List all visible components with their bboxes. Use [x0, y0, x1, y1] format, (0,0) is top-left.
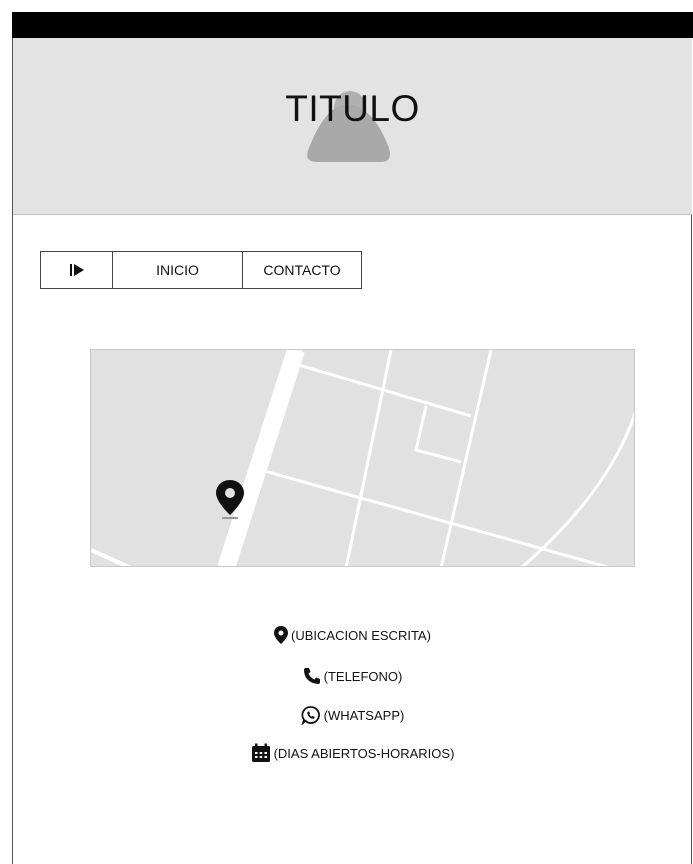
nav-item-inicio[interactable]: INICIO	[113, 252, 243, 288]
info-phone: (TELEFONO)	[13, 667, 692, 685]
location-pin-icon	[274, 626, 289, 644]
phone-text: (TELEFONO)	[323, 668, 403, 684]
whatsapp-text: (WHATSAPP)	[323, 707, 405, 723]
nav-toggle-button[interactable]	[41, 252, 113, 288]
header: TITULO	[13, 38, 692, 215]
nav-bar: INICIO CONTACTO	[40, 251, 362, 289]
phone-icon	[303, 668, 320, 684]
nav-item-contacto[interactable]: CONTACTO	[243, 252, 361, 288]
map-roads	[91, 350, 634, 566]
info-hours: (DIAS ABIERTOS-HORARIOS)	[13, 743, 692, 763]
top-bar	[12, 12, 693, 38]
info-location: (UBICACION ESCRITA)	[13, 626, 692, 644]
whatsapp-icon	[301, 706, 320, 725]
hours-text: (DIAS ABIERTOS-HORARIOS)	[273, 745, 455, 761]
location-text: (UBICACION ESCRITA)	[291, 627, 431, 643]
info-whatsapp: (WHATSAPP)	[13, 705, 692, 725]
calendar-icon	[251, 743, 270, 762]
page-title: TITULO	[285, 88, 420, 129]
map[interactable]	[90, 349, 635, 567]
play-toggle-icon	[69, 264, 84, 276]
